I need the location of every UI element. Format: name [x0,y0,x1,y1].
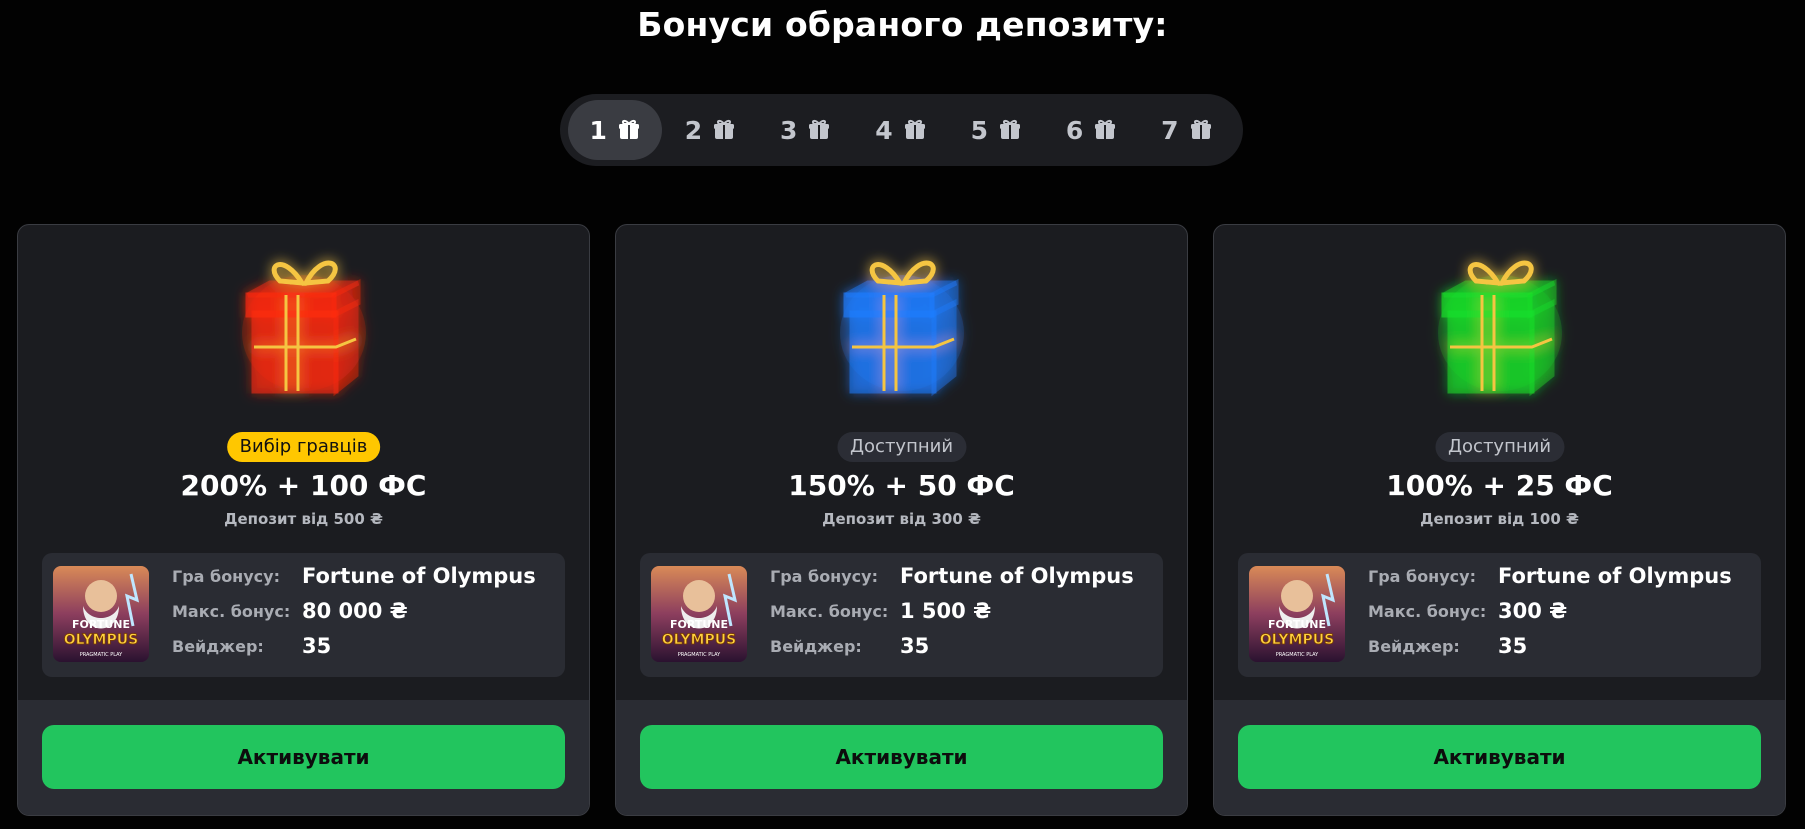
gift-icon [1093,118,1117,142]
thumb-provider: PRAGMATIC PLAY [1276,652,1319,658]
game-label: Гра бонусу: [172,566,280,586]
max-bonus-value: 80 000 ₴ [302,599,408,623]
wager-row: Вейджер: 35 [770,633,929,659]
thumb-brand: FORTUNE [1268,618,1326,631]
max-bonus-row: Макс. бонус: 80 000 ₴ [172,598,408,624]
thumb-subtitle: OLYMPUS [1260,632,1334,648]
max-bonus-label: Макс. бонус: [1368,601,1487,621]
game-row: Гра бонусу: Fortune of Olympus [1368,563,1732,589]
tab-deposit-7[interactable]: 7 [1140,100,1234,160]
gift-icon [617,118,641,142]
tab-label: 5 [970,115,988,145]
tab-label: 6 [1065,115,1084,145]
game-thumbnail[interactable]: FORTUNE OLYMPUS PRAGMATIC PLAY [53,566,149,662]
wager-label: Вейджер: [770,636,862,656]
wager-label: Вейджер: [1368,636,1460,656]
red-gift-icon [224,243,384,403]
green-gift-icon [1420,243,1580,403]
thumb-subtitle: OLYMPUS [662,632,736,648]
min-deposit: Депозит від 300 ₴ [822,510,981,528]
bonus-info-panel: FORTUNE OLYMPUS PRAGMATIC PLAY Гра бонус… [42,553,565,677]
activate-button[interactable]: Активувати [640,725,1163,789]
gift-icon [712,118,736,142]
max-bonus-label: Макс. бонус: [172,601,291,621]
wager-value: 35 [302,634,332,658]
activate-button[interactable]: Активувати [42,725,565,789]
tab-label: 1 [589,115,607,145]
game-label: Гра бонусу: [1368,566,1476,586]
min-deposit: Депозит від 100 ₴ [1420,510,1579,528]
game-row: Гра бонусу: Fortune of Olympus [770,563,1134,589]
max-bonus-row: Макс. бонус: 1 500 ₴ [770,598,991,624]
tab-deposit-6[interactable]: 6 [1044,100,1138,160]
thumb-provider: PRAGMATIC PLAY [80,652,123,658]
players-choice-badge: Вибір гравців [226,432,381,462]
tab-label: 4 [875,115,893,145]
tab-deposit-4[interactable]: 4 [854,100,948,160]
bonus-info-panel: FORTUNE OLYMPUS PRAGMATIC PLAY Гра бонус… [640,553,1163,677]
max-bonus-value: 1 500 ₴ [900,599,992,623]
game-thumbnail[interactable]: FORTUNE OLYMPUS PRAGMATIC PLAY [651,566,747,662]
max-bonus-row: Макс. бонус: 300 ₴ [1368,598,1567,624]
bonus-page: Бонуси обраного депозиту: 1 2 3 4 5 6 7 [0,0,1805,829]
thumb-provider: PRAGMATIC PLAY [678,652,721,658]
gift-icon [807,118,831,142]
bonus-card-2: Доступний 150% + 50 ФС Депозит від 300 ₴… [615,224,1188,816]
thumb-subtitle: OLYMPUS [64,632,138,648]
game-value: Fortune of Olympus [900,564,1134,588]
max-bonus-label: Макс. бонус: [770,601,889,621]
bonus-card-3: Доступний 100% + 25 ФС Депозит від 100 ₴… [1213,224,1786,816]
blue-gift-icon [822,243,982,403]
gift-icon [903,118,927,142]
bonus-headline: 150% + 50 ФС [788,469,1015,502]
available-badge: Доступний [1434,432,1565,462]
available-badge: Доступний [836,432,967,462]
game-row: Гра бонусу: Fortune of Olympus [172,563,536,589]
wager-row: Вейджер: 35 [172,633,331,659]
min-deposit: Депозит від 500 ₴ [224,510,383,528]
wager-row: Вейджер: 35 [1368,633,1527,659]
tab-deposit-1[interactable]: 1 [568,100,663,160]
tab-label: 3 [780,115,798,145]
wager-value: 35 [1498,634,1528,658]
deposit-tabs: 1 2 3 4 5 6 7 [560,94,1243,166]
game-thumbnail[interactable]: FORTUNE OLYMPUS PRAGMATIC PLAY [1249,566,1345,662]
gift-icon [998,118,1022,142]
tab-deposit-3[interactable]: 3 [759,100,853,160]
tab-label: 7 [1161,115,1179,145]
tab-deposit-5[interactable]: 5 [949,100,1043,160]
bonus-headline: 100% + 25 ФС [1386,469,1613,502]
bonus-info-panel: FORTUNE OLYMPUS PRAGMATIC PLAY Гра бонус… [1238,553,1761,677]
max-bonus-value: 300 ₴ [1498,599,1568,623]
activate-button[interactable]: Активувати [1238,725,1761,789]
thumb-brand: FORTUNE [670,618,728,631]
game-label: Гра бонусу: [770,566,878,586]
game-value: Fortune of Olympus [1498,564,1732,588]
gift-icon [1189,118,1213,142]
bonus-headline: 200% + 100 ФС [180,469,427,502]
thumb-brand: FORTUNE [72,618,130,631]
wager-label: Вейджер: [172,636,264,656]
tab-label: 2 [684,115,703,145]
page-title: Бонуси обраного депозиту: [637,5,1168,44]
game-value: Fortune of Olympus [302,564,536,588]
wager-value: 35 [900,634,930,658]
bonus-card-1: Вибір гравців 200% + 100 ФС Депозит від … [17,224,590,816]
tab-deposit-2[interactable]: 2 [663,100,757,160]
